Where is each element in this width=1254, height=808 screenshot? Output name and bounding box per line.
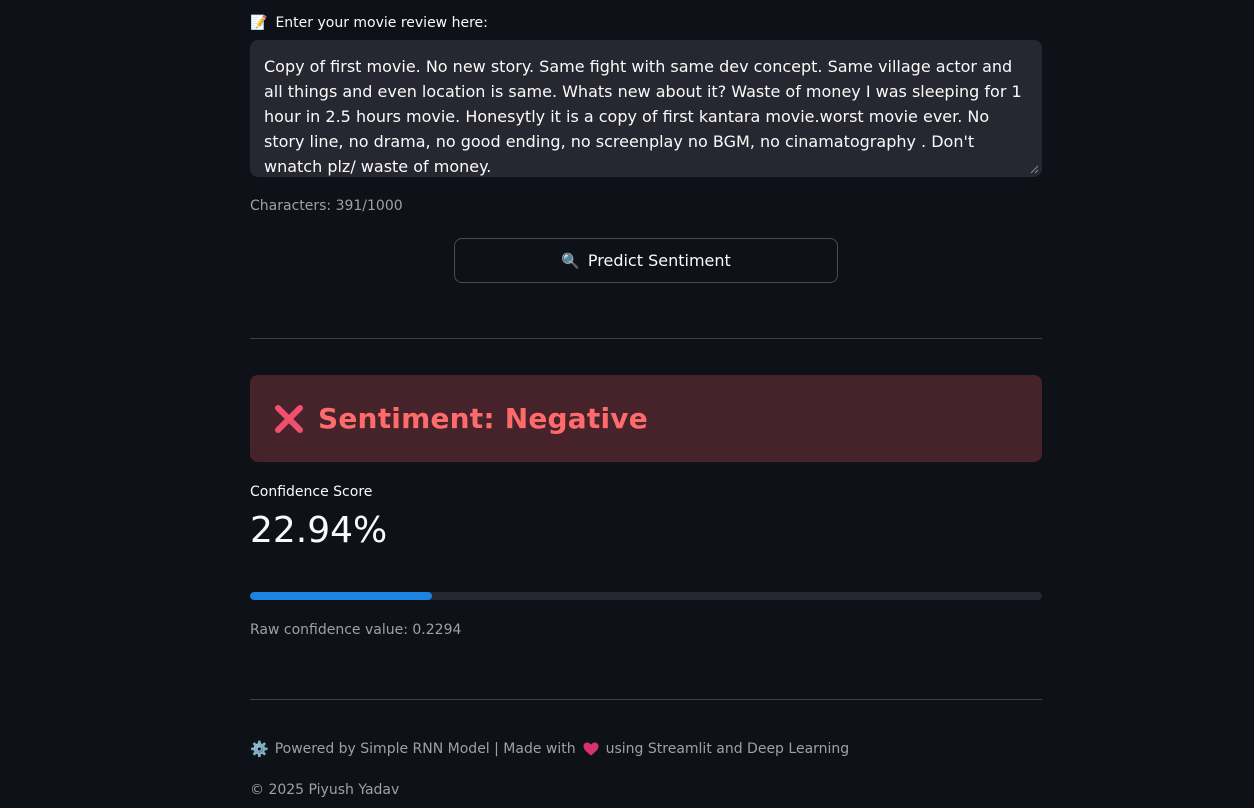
confidence-value: 22.94% (250, 510, 388, 551)
predict-sentiment-button[interactable]: 🔍 Predict Sentiment (454, 238, 838, 283)
review-textarea[interactable]: Copy of first movie. No new story. Same … (250, 40, 1042, 177)
footer-powered-by: ⚙️ Powered by Simple RNN Model | Made wi… (250, 738, 849, 760)
heart-icon (583, 742, 599, 756)
memo-icon: 📝 (250, 15, 268, 31)
sentiment-result-box: Sentiment: Negative (250, 375, 1042, 462)
raw-confidence-value: Raw confidence value: 0.2294 (250, 622, 462, 638)
confidence-progress-fill (250, 592, 432, 600)
divider-top (250, 338, 1042, 339)
character-count: Characters: 391/1000 (250, 198, 403, 214)
gear-icon: ⚙️ (250, 740, 269, 758)
magnifier-icon: 🔍 (561, 251, 580, 270)
cross-mark-icon (275, 404, 303, 433)
review-input-label: 📝 Enter your movie review here: (250, 12, 488, 34)
resize-handle-icon[interactable] (1030, 165, 1039, 174)
review-input-label-text: Enter your movie review here: (275, 15, 488, 31)
confidence-progress-bar (250, 592, 1042, 600)
footer-text-after: using Streamlit and Deep Learning (605, 741, 850, 757)
review-textarea-value[interactable]: Copy of first movie. No new story. Same … (264, 54, 1030, 179)
confidence-label: Confidence Score (250, 484, 373, 500)
sentiment-result-text: Sentiment: Negative (318, 402, 648, 435)
predict-button-label: Predict Sentiment (587, 251, 731, 270)
copyright-text: © 2025 Piyush Yadav (250, 782, 400, 798)
divider-bottom (250, 699, 1042, 700)
footer-text-before: Powered by Simple RNN Model | Made with (274, 741, 576, 757)
